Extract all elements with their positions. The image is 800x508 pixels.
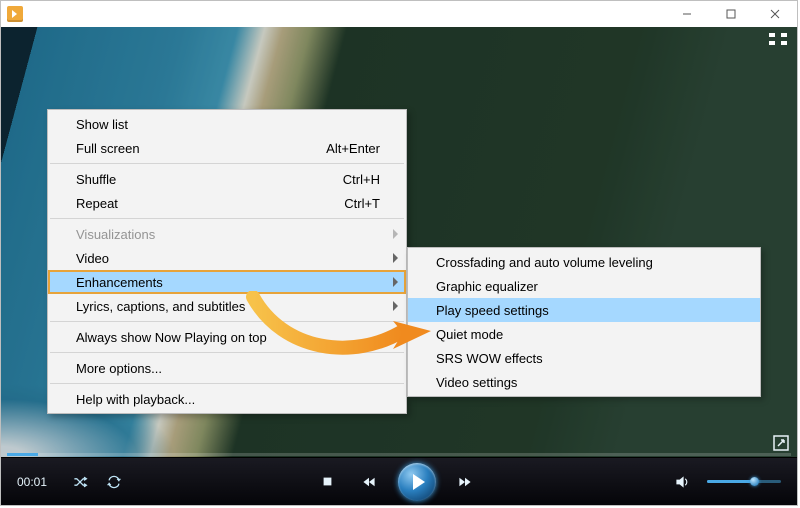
- menu-label: Play speed settings: [436, 303, 549, 318]
- switch-to-library-icon[interactable]: [769, 33, 787, 45]
- menu-label: Video: [76, 251, 109, 266]
- menu-more-options[interactable]: More options...: [48, 356, 406, 380]
- play-button[interactable]: [398, 463, 436, 501]
- seek-bar[interactable]: [7, 453, 791, 456]
- menu-visualizations: Visualizations: [48, 222, 406, 246]
- transport-controls: [308, 463, 484, 501]
- menu-always-on-top[interactable]: Always show Now Playing on top: [48, 325, 406, 349]
- time-elapsed: 00:01: [17, 475, 63, 489]
- minimize-button[interactable]: [665, 1, 709, 27]
- submenu-graphic-equalizer[interactable]: Graphic equalizer: [408, 274, 760, 298]
- submenu-quiet-mode[interactable]: Quiet mode: [408, 322, 760, 346]
- close-button[interactable]: [753, 1, 797, 27]
- menu-label: More options...: [76, 361, 162, 376]
- enhancements-submenu: Crossfading and auto volume leveling Gra…: [407, 247, 761, 397]
- menu-label: Visualizations: [76, 227, 155, 242]
- menu-label: Show list: [76, 117, 128, 132]
- submenu-arrow-icon: [393, 301, 398, 311]
- menu-shortcut: Ctrl+T: [314, 196, 380, 211]
- fullscreen-icon[interactable]: [773, 435, 789, 451]
- player-controls: 00:01: [1, 457, 797, 505]
- maximize-button[interactable]: [709, 1, 753, 27]
- menu-show-list[interactable]: Show list: [48, 112, 406, 136]
- menu-label: Shuffle: [76, 172, 116, 187]
- submenu-arrow-icon: [393, 229, 398, 239]
- window-buttons: [665, 1, 797, 27]
- menu-separator: [50, 163, 404, 164]
- stop-button[interactable]: [316, 471, 338, 493]
- submenu-arrow-icon: [393, 277, 398, 287]
- menu-separator: [50, 218, 404, 219]
- titlebar[interactable]: [1, 1, 797, 28]
- app-icon: [7, 6, 23, 22]
- menu-video[interactable]: Video: [48, 246, 406, 270]
- menu-label: Always show Now Playing on top: [76, 330, 267, 345]
- seek-fill: [7, 453, 38, 456]
- menu-label: Quiet mode: [436, 327, 503, 342]
- menu-label: Full screen: [76, 141, 140, 156]
- menu-label: Crossfading and auto volume leveling: [436, 255, 653, 270]
- menu-label: Help with playback...: [76, 392, 195, 407]
- menu-label: Repeat: [76, 196, 118, 211]
- shuffle-button[interactable]: [69, 471, 91, 493]
- menu-shuffle[interactable]: Shuffle Ctrl+H: [48, 167, 406, 191]
- menu-label: Lyrics, captions, and subtitles: [76, 299, 245, 314]
- menu-separator: [50, 352, 404, 353]
- app-window: Show list Full screen Alt+Enter Shuffle …: [0, 0, 798, 506]
- menu-label: Graphic equalizer: [436, 279, 538, 294]
- menu-label: Enhancements: [76, 275, 163, 290]
- volume-slider[interactable]: [707, 480, 781, 483]
- repeat-button[interactable]: [103, 471, 125, 493]
- mute-button[interactable]: [671, 471, 693, 493]
- menu-separator: [50, 383, 404, 384]
- previous-button[interactable]: [358, 471, 380, 493]
- submenu-arrow-icon: [393, 253, 398, 263]
- menu-separator: [50, 321, 404, 322]
- menu-help-playback[interactable]: Help with playback...: [48, 387, 406, 411]
- video-area[interactable]: Show list Full screen Alt+Enter Shuffle …: [1, 27, 797, 457]
- context-menu: Show list Full screen Alt+Enter Shuffle …: [47, 109, 407, 414]
- volume-group: [665, 471, 781, 493]
- submenu-srs-wow[interactable]: SRS WOW effects: [408, 346, 760, 370]
- menu-label: SRS WOW effects: [436, 351, 543, 366]
- menu-full-screen[interactable]: Full screen Alt+Enter: [48, 136, 406, 160]
- submenu-play-speed[interactable]: Play speed settings: [408, 298, 760, 322]
- next-button[interactable]: [454, 471, 476, 493]
- menu-lyrics-captions[interactable]: Lyrics, captions, and subtitles: [48, 294, 406, 318]
- menu-label: Video settings: [436, 375, 517, 390]
- menu-repeat[interactable]: Repeat Ctrl+T: [48, 191, 406, 215]
- submenu-video-settings[interactable]: Video settings: [408, 370, 760, 394]
- menu-enhancements[interactable]: Enhancements: [48, 270, 406, 294]
- submenu-crossfading[interactable]: Crossfading and auto volume leveling: [408, 250, 760, 274]
- menu-shortcut: Alt+Enter: [296, 141, 380, 156]
- menu-shortcut: Ctrl+H: [313, 172, 380, 187]
